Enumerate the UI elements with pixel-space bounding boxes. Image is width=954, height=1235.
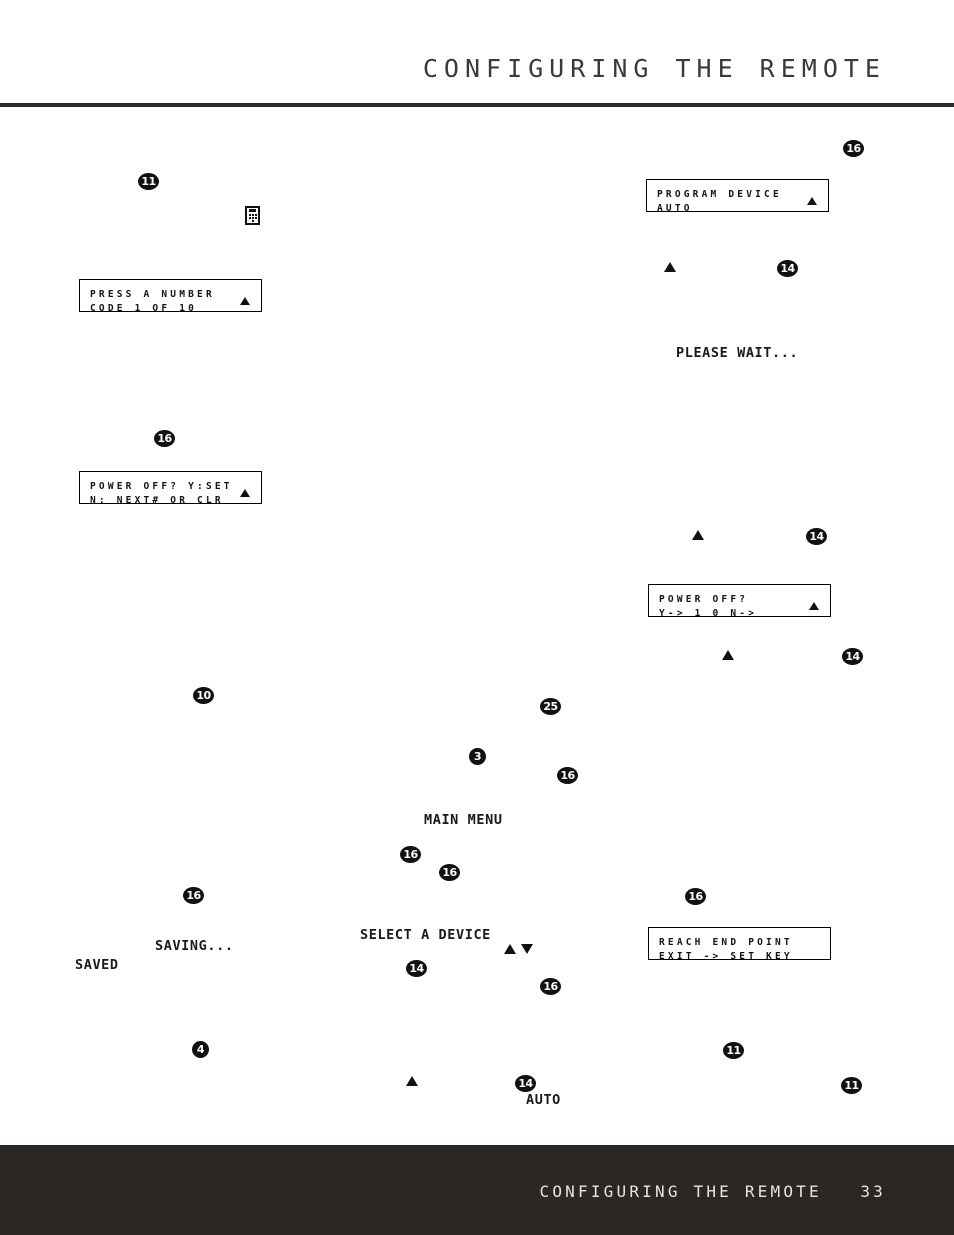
triangle-down-icon [521,944,533,954]
lcd-line-2: Y-> 1 0 N-> [659,608,758,619]
badge-14-mid-a: 14 [406,960,427,977]
triangle-up-icon [406,1076,418,1086]
badge-16-mid-c: 16 [540,978,561,995]
badge-16-mid-d: 16 [557,767,578,784]
badge-16-right-b: 16 [685,888,706,905]
triangle-up-icon [809,602,819,610]
badge-11-b: 11 [723,1042,744,1059]
triangle-up-icon [664,262,676,272]
triangle-up-icon [240,297,250,305]
lcd-program-device: PROGRAM DEVICE AUTO [646,179,829,214]
lcd-reach-end-point: REACH END POINT EXIT -> SET KEY [648,927,831,962]
footer-text: CONFIGURING THE REMOTE 33 [540,1182,887,1201]
text-please-wait: PLEASE WAIT... [676,345,799,361]
header-divider [0,103,954,107]
badge-25: 25 [540,698,561,715]
lcd-line-2: EXIT -> SET KEY [659,951,793,962]
badge-14-right-b: 14 [806,528,827,545]
badge-3: 3 [469,748,486,765]
badge-16-mid-a: 16 [400,846,421,863]
lcd-line-1: PROGRAM DEVICE [657,189,782,200]
keypad-button-dot [249,214,251,216]
badge-11-c: 11 [841,1077,862,1094]
text-auto: AUTO [526,1092,561,1108]
badge-16-left-b: 16 [183,887,204,904]
keypad-button-dot [255,214,257,216]
lcd-line-1: PRESS A NUMBER [90,289,215,300]
keypad-display-bar [249,209,256,212]
badge-10: 10 [193,687,214,704]
badge-16-left-a: 16 [154,430,175,447]
badge-4: 4 [192,1041,209,1058]
badge-14-right-a: 14 [777,260,798,277]
text-main-menu: MAIN MENU [424,812,503,828]
keypad-button-dot [252,220,254,222]
triangle-up-icon [807,197,817,205]
lcd-power-off-y-set: POWER OFF? Y:SET N: NEXT# OR CLR [79,471,262,506]
lcd-line-1: REACH END POINT [659,937,793,948]
badge-16-right-a: 16 [843,140,864,157]
lcd-line-1: POWER OFF? [659,594,749,605]
keypad-button-dot [252,214,254,216]
keypad-button-dot [255,217,257,219]
lcd-line-2: CODE 1 OF 10 [90,303,198,314]
triangle-up-icon [722,650,734,660]
text-saving: SAVING... [155,938,234,954]
triangle-up-icon [504,944,516,954]
badge-16-mid-b: 16 [439,864,460,881]
text-select-a-device: SELECT A DEVICE [360,927,491,943]
footer-tick-mark [588,1226,590,1235]
footer-page-number: 33 [860,1182,886,1201]
triangle-up-icon [692,530,704,540]
keypad-button-dot [252,217,254,219]
badge-11-a: 11 [138,173,159,190]
lcd-line-2: AUTO [657,203,693,214]
lcd-power-off-y-n: POWER OFF? Y-> 1 0 N-> [648,584,831,619]
keypad-button-dot [249,217,251,219]
lcd-press-a-number: PRESS A NUMBER CODE 1 OF 10 [79,279,262,314]
keypad-icon [245,206,260,225]
text-saved: SAVED [75,957,119,973]
triangle-up-icon [240,489,250,497]
badge-14-right-c: 14 [842,648,863,665]
badge-14-mid-b: 14 [515,1075,536,1092]
lcd-line-2: N: NEXT# OR CLR [90,495,224,506]
footer-title: CONFIGURING THE REMOTE [539,1182,822,1201]
lcd-line-1: POWER OFF? Y:SET [90,481,233,492]
page-title: CONFIGURING THE REMOTE [422,54,886,83]
